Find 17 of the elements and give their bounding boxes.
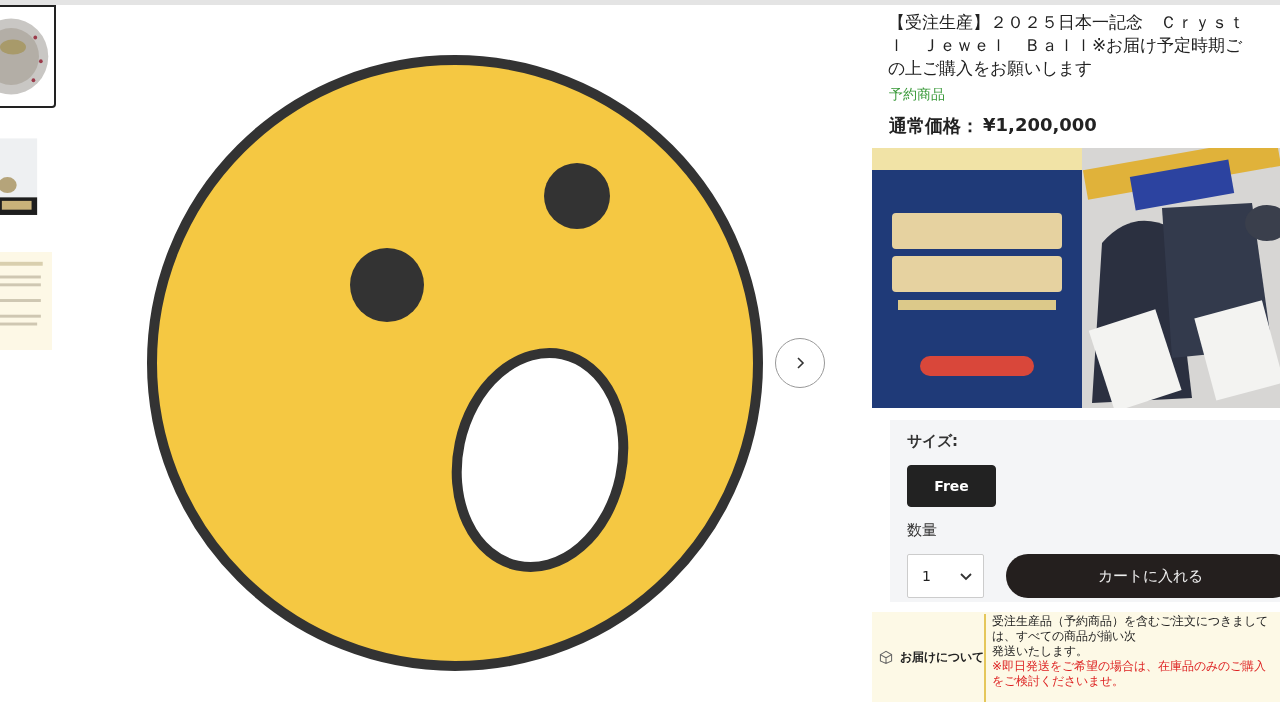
price-label: 通常価格： — [889, 114, 979, 138]
quantity-label: 数量 — [907, 521, 938, 540]
product-title: の上ご購入をお願いします — [888, 57, 1093, 80]
add-to-cart-button[interactable]: カートに入れる — [1006, 554, 1280, 598]
price: ¥1,200,000 — [983, 114, 1097, 137]
size-option[interactable]: Free — [907, 465, 996, 507]
product-title: 【受注生産】２０２５日本一記念 Ｃｒｙｓｔ — [888, 11, 1246, 34]
delivery-title: お届けについて — [900, 648, 984, 666]
quantity-select[interactable]: 1 — [907, 554, 985, 598]
delivery-note: ※即日発送をご希望の場合は、在庫品のみのご購入をご検討くださいませ。 — [992, 659, 1268, 689]
delivery-text: 発送いたします。 — [992, 644, 1089, 659]
product-title: ｌ Ｊｅｗｅｌ Ｂａｌｌ※お届け予定時期ご — [888, 34, 1244, 57]
preorder-label: 予約商品 — [888, 86, 946, 104]
size-label: サイズ: — [907, 432, 959, 451]
box-icon — [878, 648, 894, 666]
delivery-text: 受注生産品（予約商品）を含むご注文につきましては、すべての商品が揃い次 — [992, 614, 1269, 644]
next-button[interactable] — [775, 337, 825, 388]
